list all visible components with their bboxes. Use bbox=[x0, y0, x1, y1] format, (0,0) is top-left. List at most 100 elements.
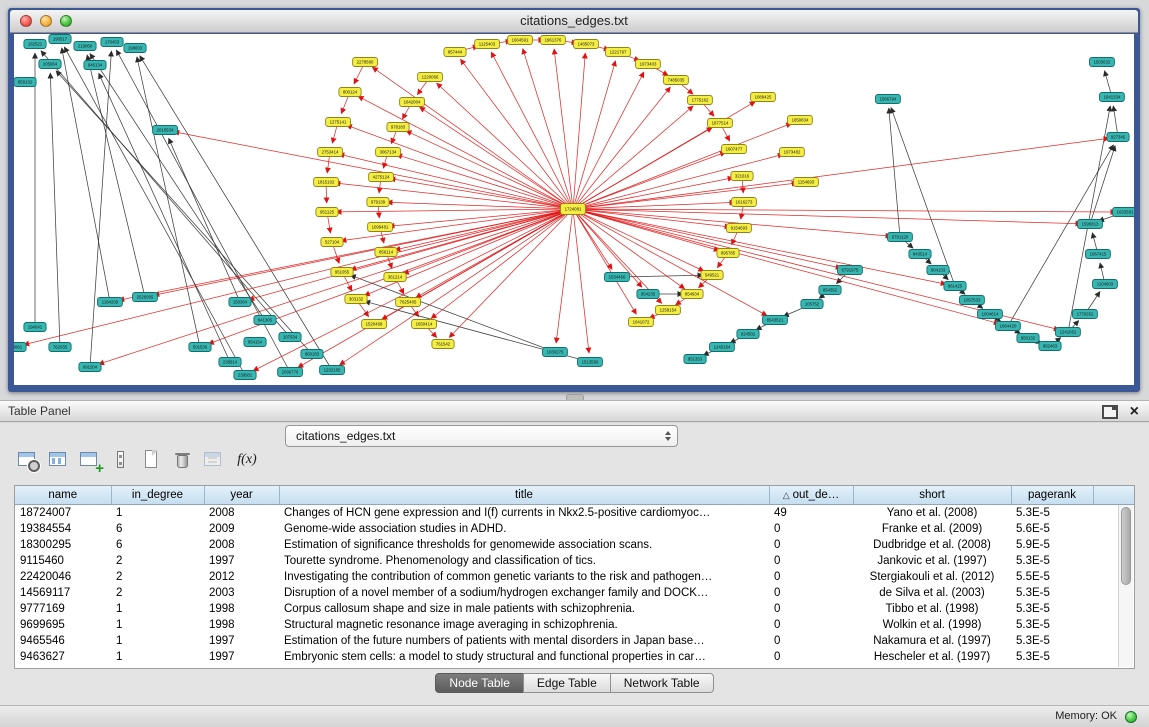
table-cell[interactable]: 6 bbox=[111, 537, 204, 553]
graph-node[interactable]: 859132 bbox=[14, 78, 36, 87]
table-cell[interactable]: Hescheler et al. (1997) bbox=[853, 649, 1011, 665]
table-cell[interactable]: 0 bbox=[769, 521, 853, 537]
table-row[interactable]: 1830029562008Estimation of significance … bbox=[15, 537, 1134, 553]
table-cell[interactable]: 1 bbox=[111, 504, 204, 521]
column-header-title[interactable]: title bbox=[279, 486, 769, 504]
graph-node[interactable]: 854154 bbox=[244, 338, 266, 347]
table-row[interactable]: 946554611997Estimation of the future num… bbox=[15, 633, 1134, 649]
graph-node[interactable]: 8543521 bbox=[763, 316, 788, 325]
table-cell[interactable]: 0 bbox=[769, 649, 853, 665]
table-cell[interactable]: 5.3E-5 bbox=[1011, 553, 1093, 569]
graph-node[interactable]: 1241052 bbox=[1056, 328, 1081, 337]
table-cell[interactable]: Tourette syndrome. Phenomenology and cla… bbox=[279, 553, 769, 569]
delete-column-icon[interactable] bbox=[171, 449, 195, 471]
graph-node[interactable]: 4275124 bbox=[369, 173, 394, 182]
graph-node[interactable]: 761542 bbox=[432, 340, 454, 349]
table-scrollbar[interactable] bbox=[1118, 505, 1133, 667]
graph-node[interactable]: 1633581 bbox=[1113, 208, 1135, 217]
table-cell[interactable]: 0 bbox=[769, 617, 853, 633]
graph-node[interactable]: 1275141 bbox=[326, 118, 351, 127]
network-window-titlebar[interactable]: citations_edges.txt bbox=[10, 10, 1138, 33]
table-cell[interactable]: 5.6E-5 bbox=[1011, 521, 1093, 537]
graph-node[interactable]: 3067134 bbox=[376, 148, 401, 157]
table-cell[interactable]: 2008 bbox=[204, 504, 279, 521]
new-column-icon[interactable] bbox=[140, 449, 164, 471]
table-cell[interactable]: 1 bbox=[111, 649, 204, 665]
graph-node[interactable]: 843514 bbox=[909, 250, 931, 259]
graph-node[interactable]: 190517 bbox=[49, 35, 71, 44]
table-cell[interactable]: Wolkin et al. (1998) bbox=[853, 617, 1011, 633]
table-cell[interactable]: 9463627 bbox=[15, 649, 111, 665]
table-cell[interactable]: 9777169 bbox=[15, 601, 111, 617]
graph-node[interactable]: 927345 bbox=[1107, 133, 1129, 142]
memory-indicator[interactable] bbox=[1125, 711, 1137, 723]
graph-node[interactable]: 2096776 bbox=[278, 368, 303, 377]
graph-node[interactable]: 1184209 bbox=[98, 298, 123, 307]
table-cell[interactable]: Franke et al. (2009) bbox=[853, 521, 1011, 537]
table-cell[interactable]: 1 bbox=[111, 617, 204, 633]
graph-node[interactable]: 1099481 bbox=[368, 223, 393, 232]
table-cell[interactable]: Tibbo et al. (1998) bbox=[853, 601, 1011, 617]
graph-node[interactable]: 1595813 bbox=[1078, 220, 1103, 229]
graph-node[interactable]: 150364 bbox=[229, 298, 251, 307]
graph-node[interactable]: 1534456 bbox=[605, 273, 630, 282]
graph-node[interactable]: 951353 bbox=[684, 355, 706, 364]
table-cell[interactable]: Structural magnetic resonance image aver… bbox=[279, 617, 769, 633]
table-cell[interactable]: de Silva et al. (2003) bbox=[853, 585, 1011, 601]
graph-node[interactable]: 1607477 bbox=[722, 145, 747, 154]
close-panel-icon[interactable]: × bbox=[1130, 404, 1139, 420]
table-cell[interactable]: Investigating the contribution of common… bbox=[279, 569, 769, 585]
graph-node[interactable]: 7485035 bbox=[664, 76, 689, 85]
table-cell[interactable]: Stergiakouli et al. (2012) bbox=[853, 569, 1011, 585]
graph-node[interactable]: 1724081 bbox=[561, 204, 586, 215]
graph-node[interactable]: 951125 bbox=[316, 208, 338, 217]
graph-node[interactable]: 361214 bbox=[384, 273, 406, 282]
table-row[interactable]: 2242004622012Investigating the contribut… bbox=[15, 569, 1134, 585]
minimize-button[interactable] bbox=[40, 15, 52, 27]
table-cell[interactable]: 0 bbox=[769, 553, 853, 569]
graph-node[interactable]: 941305 bbox=[254, 316, 276, 325]
graph-node[interactable]: 1485073 bbox=[574, 40, 599, 49]
graph-node[interactable]: 800124 bbox=[339, 88, 361, 97]
table-cell[interactable]: Dudbridge et al. (2008) bbox=[853, 537, 1011, 553]
graph-node[interactable]: 1089425 bbox=[751, 93, 776, 102]
table-cell[interactable]: Estimation of significance thresholds fo… bbox=[279, 537, 769, 553]
table-cell[interactable]: 18724007 bbox=[15, 504, 111, 521]
table-cell[interactable]: 1997 bbox=[204, 553, 279, 569]
function-builder-icon[interactable]: f(x) bbox=[233, 449, 261, 471]
graph-node[interactable]: 804133 bbox=[927, 266, 949, 275]
column-header-in-degree[interactable]: in_degree bbox=[111, 486, 204, 504]
table-cell[interactable]: Jankovic et al. (1997) bbox=[853, 553, 1011, 569]
graph-node[interactable]: 205964 bbox=[39, 60, 61, 69]
table-cell[interactable]: Estimation of the future numbers of pati… bbox=[279, 633, 769, 649]
table-row[interactable]: 1872400712008Changes of HCN gene express… bbox=[15, 504, 1134, 521]
graph-node[interactable]: 1004614 bbox=[978, 310, 1003, 319]
graph-node[interactable]: 238914 bbox=[219, 358, 241, 367]
graph-node[interactable]: 1513580 bbox=[578, 358, 603, 367]
graph-node[interactable]: 991204 bbox=[79, 363, 101, 372]
table-cell[interactable]: 6 bbox=[111, 521, 204, 537]
graph-node[interactable]: 1245164 bbox=[710, 343, 735, 352]
table-cell[interactable]: Genome-wide association studies in ADHD. bbox=[279, 521, 769, 537]
table-cell[interactable]: 19384554 bbox=[15, 521, 111, 537]
table-cell[interactable]: 2012 bbox=[204, 569, 279, 585]
graph-node[interactable]: 1125403 bbox=[475, 40, 500, 49]
table-scrollbar-thumb[interactable] bbox=[1121, 507, 1131, 585]
graph-node[interactable]: 1503632 bbox=[1090, 58, 1115, 67]
table-cell[interactable]: 0 bbox=[769, 633, 853, 649]
table-cell[interactable]: 5.3E-5 bbox=[1011, 633, 1093, 649]
tab-edge-table[interactable]: Edge Table bbox=[523, 673, 611, 693]
table-cell[interactable]: 5.3E-5 bbox=[1011, 504, 1093, 521]
table-cell[interactable]: 0 bbox=[769, 601, 853, 617]
graph-node[interactable]: 1258154 bbox=[656, 306, 681, 315]
close-button[interactable] bbox=[20, 15, 32, 27]
graph-node[interactable]: 1221797 bbox=[606, 48, 631, 57]
graph-node[interactable]: 860183 bbox=[301, 350, 323, 359]
graph-node[interactable]: 182521 bbox=[24, 40, 46, 49]
graph-node[interactable]: 2278580 bbox=[353, 58, 378, 67]
graph-node[interactable]: 982463 bbox=[1039, 342, 1061, 351]
table-row[interactable]: 977716911998Corpus callosum shape and si… bbox=[15, 601, 1134, 617]
table-cell[interactable]: 5.3E-5 bbox=[1011, 649, 1093, 665]
table-cell[interactable]: 2003 bbox=[204, 585, 279, 601]
table-cell[interactable]: 1 bbox=[111, 601, 204, 617]
